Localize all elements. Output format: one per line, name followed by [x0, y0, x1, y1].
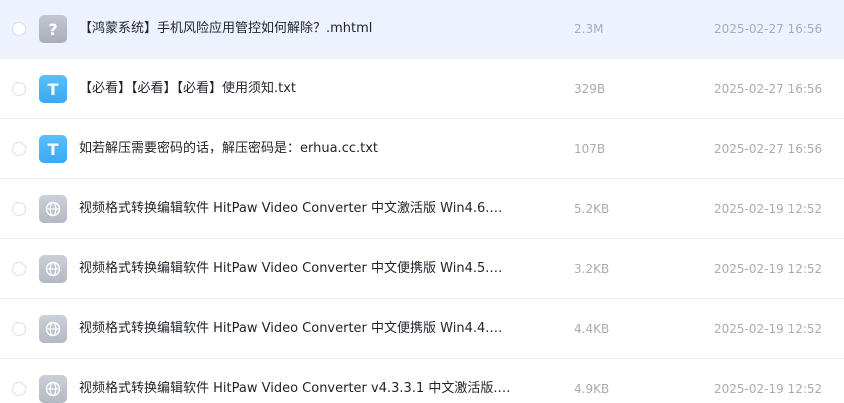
txt-file-icon: T	[39, 135, 67, 163]
file-size: 2.3M	[574, 22, 604, 36]
web-link-icon	[39, 375, 67, 403]
file-name[interactable]: 视频格式转换编辑软件 HitPaw Video Converter 中文激活版 …	[79, 200, 519, 218]
row-checkbox[interactable]	[12, 142, 26, 156]
file-date: 2025-02-27 16:56	[714, 142, 823, 156]
row-checkbox[interactable]	[12, 382, 26, 396]
file-row[interactable]: 视频格式转换编辑软件 HitPaw Video Converter 中文激活版 …	[0, 180, 844, 239]
file-date: 2025-02-27 16:56	[714, 22, 823, 36]
file-row[interactable]: ? 【鸿蒙系统】手机风险应用管控如何解除？.mhtml 2.3M 2025-02…	[0, 0, 844, 59]
file-date: 2025-02-19 12:52	[714, 202, 823, 216]
file-row[interactable]: 视频格式转换编辑软件 HitPaw Video Converter 中文便携版 …	[0, 300, 844, 359]
file-row[interactable]: 视频格式转换编辑软件 HitPaw Video Converter 中文便携版 …	[0, 240, 844, 299]
file-name[interactable]: 【必看】【必看】【必看】使用须知.txt	[79, 80, 519, 98]
file-name[interactable]: 视频格式转换编辑软件 HitPaw Video Converter v4.3.3…	[79, 380, 519, 398]
row-checkbox[interactable]	[12, 82, 26, 96]
file-date: 2025-02-19 12:52	[714, 322, 823, 336]
file-date: 2025-02-19 12:52	[714, 382, 823, 396]
file-row[interactable]: T 如若解压需要密码的话，解压密码是：erhua.cc.txt 107B 202…	[0, 120, 844, 179]
file-size: 107B	[574, 142, 606, 156]
row-checkbox[interactable]	[12, 22, 26, 36]
row-checkbox[interactable]	[12, 322, 26, 336]
file-size: 4.9KB	[574, 382, 610, 396]
file-list: ? 【鸿蒙系统】手机风险应用管控如何解除？.mhtml 2.3M 2025-02…	[0, 0, 844, 403]
row-checkbox[interactable]	[12, 262, 26, 276]
web-link-icon	[39, 315, 67, 343]
file-name[interactable]: 如若解压需要密码的话，解压密码是：erhua.cc.txt	[79, 140, 519, 158]
file-size: 329B	[574, 82, 606, 96]
file-row[interactable]: 视频格式转换编辑软件 HitPaw Video Converter v4.3.3…	[0, 360, 844, 403]
file-size: 3.2KB	[574, 262, 610, 276]
file-size: 5.2KB	[574, 202, 610, 216]
file-date: 2025-02-19 12:52	[714, 262, 823, 276]
file-name[interactable]: 视频格式转换编辑软件 HitPaw Video Converter 中文便携版 …	[79, 320, 519, 338]
file-name[interactable]: 视频格式转换编辑软件 HitPaw Video Converter 中文便携版 …	[79, 260, 519, 278]
file-name[interactable]: 【鸿蒙系统】手机风险应用管控如何解除？.mhtml	[79, 20, 519, 38]
txt-file-icon: T	[39, 75, 67, 103]
row-checkbox[interactable]	[12, 202, 26, 216]
web-link-icon	[39, 195, 67, 223]
unknown-file-icon: ?	[39, 15, 67, 43]
file-row[interactable]: T 【必看】【必看】【必看】使用须知.txt 329B 2025-02-27 1…	[0, 60, 844, 119]
file-size: 4.4KB	[574, 322, 610, 336]
web-link-icon	[39, 255, 67, 283]
file-date: 2025-02-27 16:56	[714, 82, 823, 96]
